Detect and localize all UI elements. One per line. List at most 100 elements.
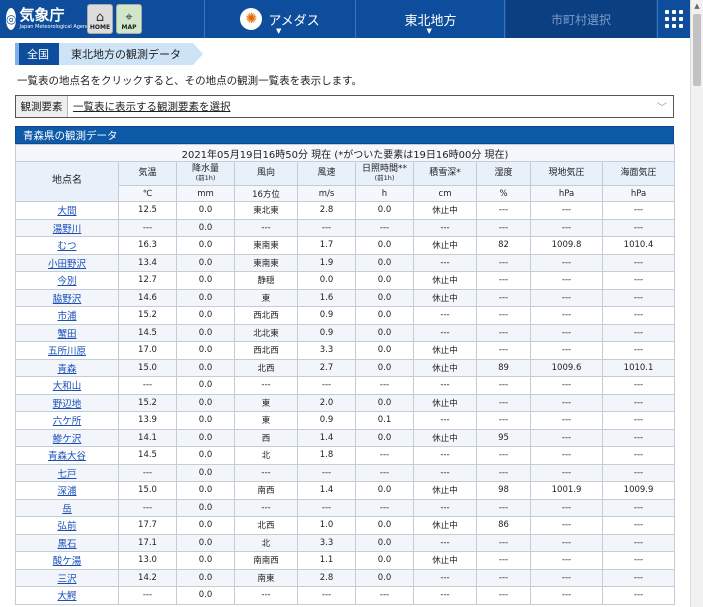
station-link[interactable]: むつ [15, 236, 119, 255]
table-cell: 0.0 [176, 411, 235, 430]
station-link[interactable]: 小田野沢 [15, 253, 119, 272]
table-row: 七戸 --- 0.0 --- --- --- --- --- --- --- [15, 463, 676, 482]
table-cell: 0.0 [355, 551, 414, 570]
table-cell: 0.9 [297, 411, 356, 430]
column-unit: ℃ [118, 185, 177, 202]
station-link[interactable]: 三沢 [15, 568, 119, 587]
table-cell: --- [476, 271, 531, 290]
table-row: 五所川原 17.0 0.0 西北西 3.3 0.0 休止中 --- --- --- [15, 341, 676, 360]
table-cell: --- [297, 218, 356, 237]
table-cell: --- [530, 586, 603, 605]
station-link[interactable]: 酸ケ湯 [15, 551, 119, 570]
table-cell: 0.0 [176, 393, 235, 412]
station-link[interactable]: 鰺ケ沢 [15, 428, 119, 447]
station-link[interactable]: 大和山 [15, 376, 119, 395]
breadcrumb-nationwide[interactable]: 全国 [15, 43, 59, 65]
table-cell: 休止中 [413, 271, 477, 290]
station-link[interactable]: 青森大谷 [15, 446, 119, 465]
station-link[interactable]: 湯野川 [15, 218, 119, 237]
column-header-row: 地点名 気温 降水量 (前1h) 風向 風速 日照時間** (前1h) 積雪深* 湿度 現地気圧 海面… [15, 161, 676, 202]
station-link[interactable]: 五所川原 [15, 341, 119, 360]
jma-logo[interactable]: ◎ 気象庁 Japan Meteorological Agency [0, 0, 92, 38]
table-cell: 北 [234, 533, 298, 552]
observation-table-panel: 青森県の観測データ 2021年05月19日16時50分 現在 (*がついた要素は… [14, 126, 676, 605]
table-cell: --- [476, 498, 531, 517]
table-cell: 0.9 [297, 323, 356, 342]
element-select[interactable]: 観測要素 一覧表に表示する観測要素を選択 ﹀ [15, 95, 674, 118]
table-cell: 2.8 [297, 201, 356, 220]
station-link[interactable]: 弘前 [15, 516, 119, 535]
table-cell: --- [118, 376, 177, 395]
vertical-scrollbar[interactable]: ▲ [690, 0, 703, 607]
station-link[interactable]: 蟹田 [15, 323, 119, 342]
table-cell: 0.0 [355, 516, 414, 535]
table-cell: --- [530, 341, 603, 360]
table-cell: 南西 [234, 481, 298, 500]
station-link[interactable]: 脇野沢 [15, 288, 119, 307]
table-row: 鰺ケ沢 14.1 0.0 西 1.4 0.0 休止中 95 --- --- [15, 428, 676, 447]
column-header-label: 地点名 [52, 175, 82, 187]
table-cell: --- [413, 306, 477, 325]
station-link[interactable]: 青森 [15, 358, 119, 377]
table-cell: 北 [234, 446, 298, 465]
grid-menu-icon[interactable] [657, 0, 690, 38]
element-select-value[interactable]: 一覧表に表示する観測要素を選択 [68, 99, 651, 114]
map-button[interactable]: ⌖ MAP [116, 4, 142, 34]
table-cell: 1.0 [297, 516, 356, 535]
area-select-button[interactable]: 東北地方 ▼ [357, 0, 505, 38]
table-cell: --- [413, 253, 477, 272]
table-row: 市浦 15.2 0.0 西北西 0.9 0.0 --- --- --- --- [15, 306, 676, 325]
table-cell: --- [476, 376, 531, 395]
table-cell: 2.7 [297, 358, 356, 377]
station-link[interactable]: 六ケ所 [15, 411, 119, 430]
table-cell: 1001.9 [530, 481, 603, 500]
scroll-up-icon[interactable]: ▲ [691, 0, 703, 13]
table-cell: --- [234, 376, 298, 395]
column-header-period: (前1h) [374, 173, 395, 182]
station-link[interactable]: 岳 [15, 498, 119, 517]
table-cell: 休止中 [413, 551, 477, 570]
table-cell: 東北東 [234, 201, 298, 220]
table-cell: 0.0 [355, 323, 414, 342]
station-link[interactable]: 野辺地 [15, 393, 119, 412]
home-button[interactable]: ⌂ HOME [87, 4, 113, 34]
table-cell: 1010.1 [601, 358, 676, 377]
table-row: 黒石 17.1 0.0 北 3.3 0.0 --- --- --- --- [15, 533, 676, 552]
station-link[interactable]: 大鰐 [15, 586, 119, 605]
station-link[interactable]: 七戸 [15, 463, 119, 482]
table-cell: 0.0 [176, 481, 235, 500]
station-link[interactable]: 黒石 [15, 533, 119, 552]
table-cell: 13.0 [118, 551, 177, 570]
chevron-down-icon: ▼ [426, 27, 432, 35]
station-link[interactable]: 今別 [15, 271, 119, 290]
amedas-nav-button[interactable]: ✺ アメダス ▼ [204, 0, 356, 38]
table-cell: 0.0 [176, 533, 235, 552]
municipality-select-button[interactable]: 市町村選択 [506, 0, 656, 38]
table-cell: 13.4 [118, 253, 177, 272]
table-cell: --- [118, 586, 177, 605]
table-cell: 12.7 [118, 271, 177, 290]
table-row: 青森大谷 14.5 0.0 北 1.8 --- --- --- --- --- [15, 446, 676, 465]
scrollbar-thumb[interactable] [693, 14, 701, 86]
table-cell: --- [601, 428, 676, 447]
station-link[interactable]: 深浦 [15, 481, 119, 500]
table-row: 青森 15.0 0.0 北西 2.7 0.0 休止中 89 1009.6 1010.1 [15, 358, 676, 377]
column-header: 気温 [118, 161, 177, 186]
table-cell: 0.0 [176, 218, 235, 237]
table-cell: --- [355, 446, 414, 465]
table-cell: --- [234, 586, 298, 605]
chevron-down-icon: ▼ [276, 27, 282, 35]
table-cell: 0.0 [355, 393, 414, 412]
table-cell: 89 [476, 358, 531, 377]
table-cell: 1010.4 [601, 236, 676, 255]
table-cell: --- [601, 411, 676, 430]
area-label: 東北地方 [404, 13, 457, 29]
station-link[interactable]: 市浦 [15, 306, 119, 325]
table-cell: 南南西 [234, 551, 298, 570]
chevron-down-icon[interactable]: ﹀ [651, 99, 673, 114]
table-cell: 0.0 [355, 358, 414, 377]
table-cell: --- [601, 288, 676, 307]
column-unit: hPa [601, 185, 676, 202]
station-link[interactable]: 大間 [15, 201, 119, 220]
table-cell: --- [234, 498, 298, 517]
